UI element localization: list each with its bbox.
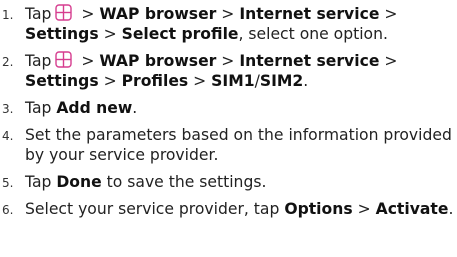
instruction-list: 1. Tap > WAP browser > Internet service … <box>0 0 457 219</box>
list-item-step-5: 5. Tap Done to save the settings. <box>2 173 267 191</box>
list-item-step-2: 2. Tap > WAP browser > Internet service … <box>2 51 398 90</box>
step-number: 4. <box>2 129 14 143</box>
step-number: 6. <box>2 203 14 217</box>
list-item-step-1: 1. Tap > WAP browser > Internet service … <box>2 4 398 43</box>
step-number: 1. <box>2 8 14 22</box>
menu-grid-icon <box>55 4 73 21</box>
list-item-step-3: 3. Tap Add new. <box>2 99 138 117</box>
step-number: 2. <box>2 55 14 69</box>
step-number: 5. <box>2 176 14 190</box>
menu-grid-icon <box>55 51 73 68</box>
step-number: 3. <box>2 102 14 116</box>
list-item-step-6: 6. Select your service provider, tap Opt… <box>2 200 454 218</box>
list-item-step-4: 4. Set the parameters based on the infor… <box>2 126 452 164</box>
